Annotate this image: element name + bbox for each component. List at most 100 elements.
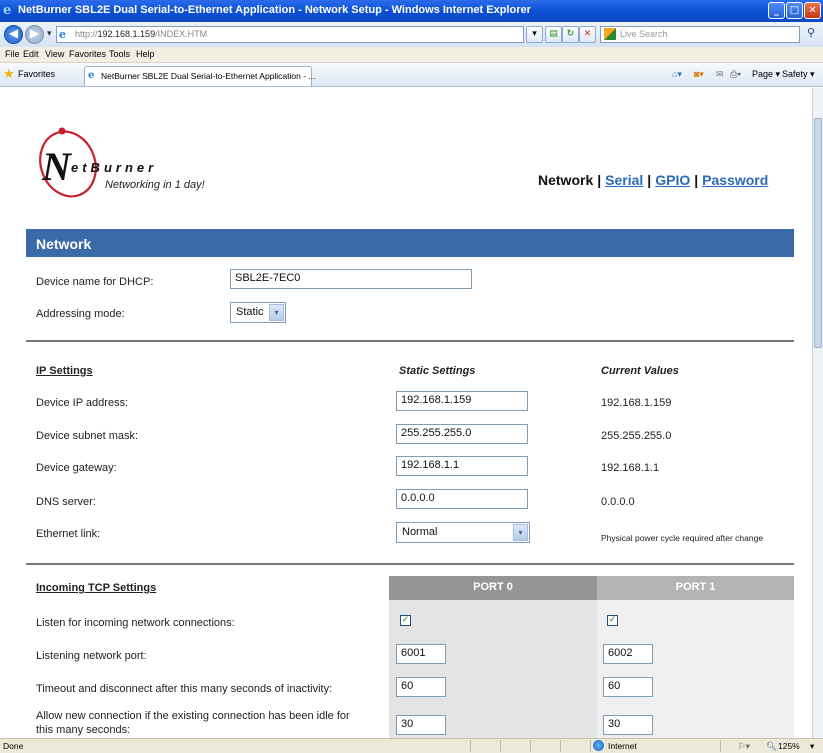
maximize-button[interactable]: □ (786, 2, 803, 19)
close-button[interactable]: ✕ (804, 2, 821, 19)
url-prefix: http:// (75, 29, 98, 39)
home-icon[interactable]: ⌂▾ (672, 69, 682, 80)
status-bar: Done Internet ⚐▾ 🔍︎ 125% ▾ (0, 738, 823, 753)
feeds-icon[interactable]: ◙▾ (694, 69, 704, 80)
idle-port0-input[interactable]: 30 (396, 715, 446, 735)
compatibility-icon[interactable]: ▤ (545, 26, 562, 43)
menu-view[interactable]: View (45, 49, 64, 59)
divider (26, 563, 794, 565)
history-dropdown-icon[interactable]: ▾ (47, 29, 52, 39)
dns-server-input[interactable]: 0.0.0.0 (396, 489, 528, 509)
listening-port0-input[interactable]: 6001 (396, 644, 446, 664)
favorites-button[interactable]: Favorites (18, 69, 55, 79)
listen-port1-checkbox[interactable]: ✓ (607, 615, 618, 626)
addressing-mode-value: Static (236, 306, 264, 318)
gateway-input[interactable]: 192.168.1.1 (396, 456, 528, 476)
addressing-mode-select[interactable]: Static ▾ (230, 302, 286, 323)
favorites-star-icon[interactable]: ★ (3, 67, 15, 82)
ip-address-input[interactable]: 192.168.1.159 (396, 391, 528, 411)
ethernet-link-select[interactable]: Normal ▾ (396, 522, 530, 543)
address-field[interactable]: e http://192.168.1.159/INDEX.HTM (56, 26, 524, 43)
nav-network-current: Network (538, 172, 594, 188)
address-dropdown-button[interactable]: ▾ (526, 26, 543, 43)
timeout-port0-input[interactable]: 60 (396, 677, 446, 697)
window-title: NetBurner SBL2E Dual Serial-to-Ethernet … (18, 4, 531, 16)
zoom-icon[interactable]: 🔍︎ (766, 741, 777, 752)
gateway-current: 192.168.1.1 (601, 462, 660, 474)
nav-separator: | (647, 172, 652, 188)
gateway-label: Device gateway: (36, 462, 117, 474)
idle-port1-input[interactable]: 30 (603, 715, 653, 735)
ip-address-label: Device IP address: (36, 397, 129, 409)
listen-label: Listen for incoming network connections: (36, 617, 235, 629)
listen-port0-checkbox[interactable]: ✓ (400, 615, 411, 626)
top-navigation: Network | Serial | GPIO | Password (538, 172, 768, 188)
chevron-down-icon: ▾ (513, 524, 528, 541)
subnet-mask-input[interactable]: 255.255.255.0 (396, 424, 528, 444)
menu-file[interactable]: File (5, 49, 20, 59)
browser-window: e NetBurner SBL2E Dual Serial-to-Etherne… (0, 0, 823, 753)
search-field[interactable]: Live Search (600, 26, 800, 43)
mail-icon[interactable]: ✉ (716, 69, 724, 80)
stop-button[interactable]: ✕ (579, 26, 596, 43)
back-button[interactable]: ◀ (4, 25, 23, 44)
zoom-dropdown-icon[interactable]: ▾ (810, 741, 814, 752)
ip-settings-heading: IP Settings (36, 365, 93, 377)
nav-link-gpio[interactable]: GPIO (655, 172, 690, 188)
search-placeholder: Live Search (620, 29, 668, 39)
print-icon[interactable]: ⎙▾ (730, 69, 741, 80)
ethernet-link-value: Normal (402, 526, 438, 538)
menu-edit[interactable]: Edit (23, 49, 39, 59)
subnet-mask-current: 255.255.255.0 (601, 430, 672, 442)
url-path: /INDEX.HTM (155, 29, 208, 39)
minimize-button[interactable]: _ (768, 2, 785, 19)
favorites-bar: ★ Favorites e NetBurner SBL2E Dual Seria… (0, 63, 823, 87)
current-values-heading: Current Values (601, 365, 679, 377)
subnet-mask-label: Device subnet mask: (36, 430, 139, 442)
timeout-port1-input[interactable]: 60 (603, 677, 653, 697)
logo-wordmark: etBurner (71, 160, 158, 175)
ip-address-current: 192.168.1.159 (601, 397, 672, 409)
idle-label-line1: Allow new connection if the existing con… (36, 710, 350, 722)
menu-favorites[interactable]: Favorites (69, 49, 106, 59)
forward-button[interactable]: ▶ (25, 25, 44, 44)
browser-tab[interactable]: e NetBurner SBL2E Dual Serial-to-Etherne… (84, 66, 316, 86)
title-bar: e NetBurner SBL2E Dual Serial-to-Etherne… (0, 0, 823, 22)
section-header: Network (26, 229, 794, 257)
zoom-level[interactable]: 125% (778, 741, 800, 751)
vertical-scrollbar[interactable] (812, 88, 823, 738)
nav-link-password[interactable]: Password (702, 172, 768, 188)
port1-header: PORT 1 (597, 576, 794, 600)
nav-link-serial[interactable]: Serial (605, 172, 643, 188)
search-icon[interactable]: ⚲ (803, 26, 819, 43)
menu-tools[interactable]: Tools (109, 49, 130, 59)
timeout-label: Timeout and disconnect after this many s… (36, 683, 333, 695)
ie-logo-icon: e (3, 3, 12, 18)
logo-tagline: Networking in 1 day! (105, 179, 205, 191)
dns-server-label: DNS server: (36, 496, 96, 508)
live-search-icon (604, 28, 616, 40)
device-name-input[interactable]: SBL2E-7EC0 (230, 269, 472, 289)
nav-separator: | (597, 172, 602, 188)
chevron-down-icon: ▾ (269, 304, 284, 321)
idle-label-line2: this many seconds: (36, 724, 131, 736)
tab-title: NetBurner SBL2E Dual Serial-to-Ethernet … (101, 71, 316, 81)
port0-header: PORT 0 (389, 576, 597, 600)
address-toolbar: ◀ ▶ ▾ e http://192.168.1.159/INDEX.HTM ▾… (0, 22, 823, 47)
divider (26, 340, 794, 342)
ethernet-link-note: Physical power cycle required after chan… (601, 533, 764, 543)
page-menu[interactable]: Page ▾ (752, 69, 780, 80)
url-host: 192.168.1.159 (97, 29, 156, 39)
page-content: N etBurner Networking in 1 day! Network |… (0, 88, 812, 738)
listening-port1-input[interactable]: 6002 (603, 644, 653, 664)
addressing-mode-label: Addressing mode: (36, 308, 125, 320)
scrollbar-thumb[interactable] (814, 118, 822, 348)
menu-bar: File Edit View Favorites Tools Help (0, 47, 823, 63)
device-name-label: Device name for DHCP: (36, 276, 154, 288)
protected-mode-icon[interactable]: ⚐▾ (738, 741, 750, 752)
safety-menu[interactable]: Safety ▾ (782, 69, 815, 80)
status-text: Done (3, 741, 24, 751)
menu-help[interactable]: Help (136, 49, 155, 59)
refresh-button[interactable]: ↻ (562, 26, 579, 43)
page-icon: e (59, 28, 66, 41)
